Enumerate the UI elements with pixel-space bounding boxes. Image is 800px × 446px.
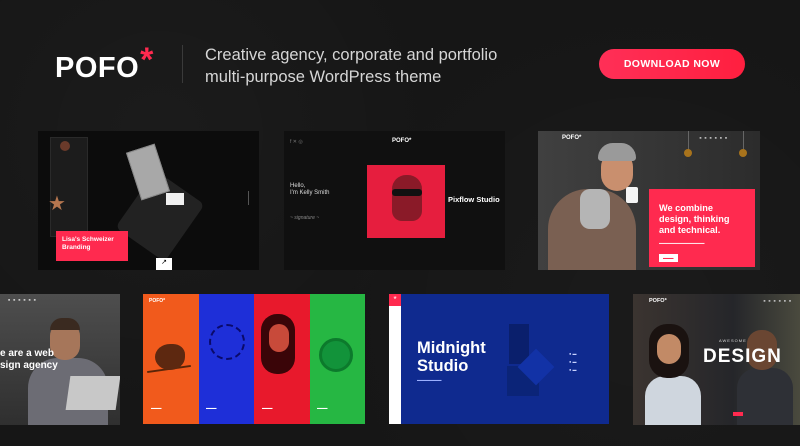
hello-text: Hello, I'm Kelly Smith [290,183,330,197]
demo-thumbnail-pixflow-studio[interactable]: f ✕ ◎ POFO* Hello, I'm Kelly Smith ~ sig… [284,131,505,270]
thumb-nav-links: ■■■■■■ [763,299,794,303]
woman-face [657,334,681,364]
download-now-button[interactable]: DOWNLOAD NOW [599,49,745,79]
demo-thumbnail-color-panels[interactable]: POFO* ▬▬▬ ▬▬▬ ▬▬▬ ▬▬▬ [143,294,365,424]
slide-nav: ● ▬ ● ▬ ● ▬ [569,351,577,372]
thumb-nav-links: ■■■■■■ [8,298,39,302]
headline-paragraph: ▬▬▬▬▬▬▬▬▬▬▬▬▬ [659,241,705,245]
thumb-sidebar [389,294,401,424]
tagline-line-2: multi-purpose WordPress theme [205,68,442,86]
bird-image [155,344,185,370]
studio-title-line-1: Midnight [417,339,486,357]
coffee-cup [626,187,638,203]
woman-shirt [645,376,701,425]
man-hair [50,318,80,330]
panel-caption: ▬▬▬ [206,406,217,410]
asterisk-icon: * [389,294,401,306]
agency-headline-line-1: e are a web [0,348,54,359]
demo-thumbnail-awesome-design[interactable]: POFO* ■■■■■■ AWESOME DESIGN [633,294,800,425]
lamp-cord [743,131,744,151]
tagline: Creative agency, corporate and portfolio… [205,44,497,88]
sunglasses [392,189,422,196]
lamp-bulb [739,149,747,157]
header-divider [182,45,183,83]
lamp-cord [688,131,689,151]
awesome-label: AWESOME [719,338,747,343]
ornament [60,141,70,151]
panel-caption: ▬▬▬ [317,406,328,410]
social-icons: f ✕ ◎ [290,139,303,145]
portrait-face [392,175,422,221]
signature: ~ signature ~ [290,215,320,221]
star-ornament-icon: ★ [48,193,66,215]
thumb-button [733,412,743,416]
headline-text: We combine design, thinking and technica… [659,203,730,235]
demo-thumbnail-midnight-studio[interactable]: * Midnight Studio ▬▬▬▬▬▬▬ ● ▬ ● ▬ ● ▬ [389,294,609,424]
laptop-image [65,376,120,410]
flower-image [209,324,245,360]
thumb-logo: POFO* [649,298,667,304]
pofo-logo[interactable]: POFO* [55,41,154,86]
project-card: Lisa's Schweizer Branding [56,231,128,261]
scroll-indicator [248,191,249,205]
thumb-logo: POFO* [392,138,412,144]
demo-thumbnail-web-agency[interactable]: ■■■■■■ e are a web sign agency [0,294,120,425]
agency-headline-line-2: sign agency [0,360,58,371]
tagline-line-1: Creative agency, corporate and portfolio [205,46,498,64]
man-shirt [737,368,793,425]
headline-button: ▬▬▬ [659,254,678,262]
product-box [50,137,88,237]
demo-thumbnail-agency-woman[interactable]: POFO* ■■■■■■ We combine design, thinking… [538,131,760,270]
woman-face [269,324,289,352]
woman-hat [598,143,636,161]
design-headline: DESIGN [703,346,782,367]
panel-caption: ▬▬▬ [262,406,273,410]
logo-asterisk-icon: * [140,41,154,79]
studio-subtitle: ▬▬▬▬▬▬▬ [417,378,442,382]
demo-thumbnail-product-branding[interactable]: ★ Lisa's Schweizer Branding ↗ [38,131,259,270]
studio-label: Pixflow Studio [448,195,500,204]
thumb-logo: POFO* [149,298,166,304]
studio-title: Midnight Studio [417,339,486,375]
logo-text: POFO [55,52,140,84]
bottle-tag [166,193,184,205]
hello-subtitle: I'm Kelly Smith [290,190,330,196]
hello-title: Hello, [290,183,306,189]
corner-arrow-icon: ↗ [156,258,172,270]
studio-title-line-2: Studio [417,357,469,375]
headline-box: We combine design, thinking and technica… [649,189,755,267]
notebook-image [126,143,170,201]
agency-headline: e are a web sign agency [0,348,58,372]
speaker-image [319,338,353,372]
woman-scarf [580,189,610,229]
panel-caption: ▬▬▬ [151,406,162,410]
thumb-nav-links: ■■■■■■ [699,136,730,140]
thumb-logo: POFO* [562,135,582,141]
lamp-bulb [684,149,692,157]
